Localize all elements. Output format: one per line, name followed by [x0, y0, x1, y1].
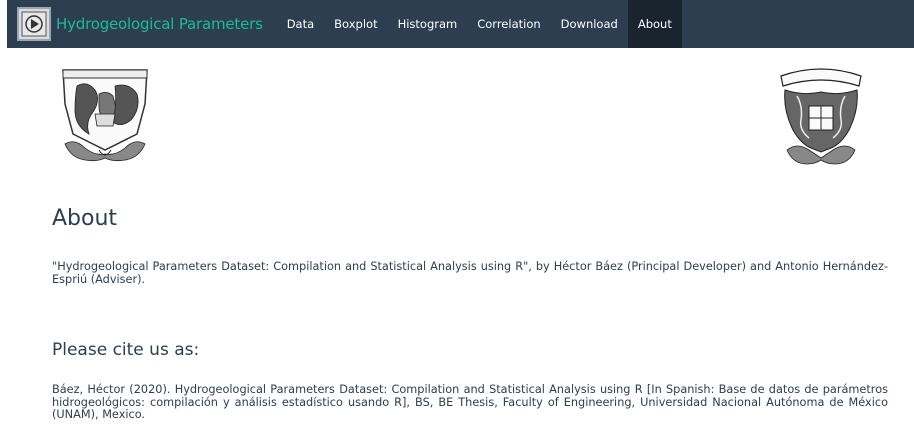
app-title[interactable]: Hydrogeological Parameters: [56, 15, 263, 33]
page-title: About: [52, 206, 118, 231]
ingenieria-seal-logo: [775, 66, 867, 168]
top-navbar: Hydrogeological Parameters Data Boxplot …: [7, 0, 914, 48]
nav-tab-boxplot[interactable]: Boxplot: [324, 0, 387, 48]
nav-tab-correlation[interactable]: Correlation: [467, 0, 550, 48]
nav-tab-data[interactable]: Data: [277, 0, 324, 48]
nav-tab-download[interactable]: Download: [551, 0, 628, 48]
unam-seal-logo: [55, 64, 155, 169]
app-logo-icon[interactable]: [17, 7, 51, 41]
citation-text: Báez, Héctor (2020). Hydrogeological Par…: [52, 383, 888, 421]
cite-heading: Please cite us as:: [52, 340, 200, 360]
about-description: "Hydrogeological Parameters Dataset: Com…: [52, 260, 888, 286]
nav-tab-about[interactable]: About: [627, 0, 682, 48]
nav-tab-histogram[interactable]: Histogram: [388, 0, 468, 48]
